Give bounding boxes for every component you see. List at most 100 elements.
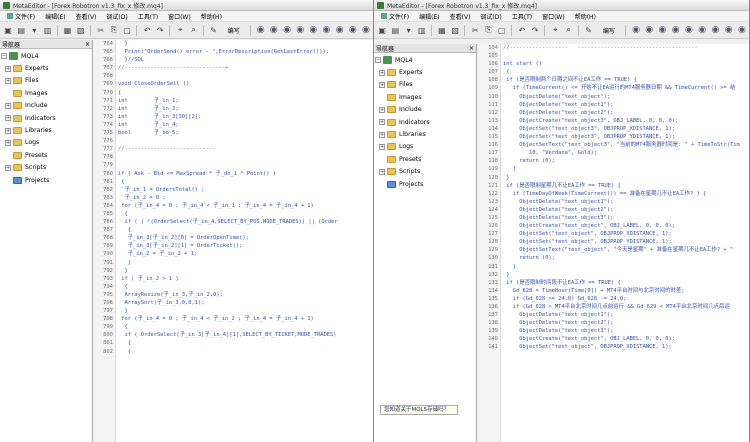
code-line[interactable] — [503, 52, 749, 60]
code-line[interactable]: return (0); — [503, 157, 749, 165]
tree-item-images[interactable]: Images — [374, 91, 476, 103]
profile-icon[interactable]: ◉ — [723, 24, 735, 36]
expand-icon[interactable]: + — [379, 119, 385, 126]
close-icon[interactable]: × — [85, 41, 90, 48]
code-line[interactable]: } — [503, 165, 749, 173]
code-line[interactable]: ObjectSet("text_object", OBJPROP_YDISTAN… — [503, 238, 749, 246]
code-line[interactable]: 10, "Verdana", Gold); — [503, 149, 749, 157]
tree-item-projects[interactable]: Projects — [374, 178, 476, 190]
code-line[interactable]: 子_in_3[子_in_2][1] = OrderTicket(); — [118, 242, 373, 250]
tree-item-include[interactable]: + Include — [0, 100, 92, 112]
navigator-icon[interactable]: ▦ — [436, 24, 448, 36]
code-line[interactable]: ObjectSet("text_object", OBJPROP_XDISTAN… — [503, 343, 749, 351]
tree-item-experts[interactable]: + Experts — [374, 66, 476, 78]
expand-icon[interactable]: + — [379, 81, 385, 88]
tree-item-files[interactable]: + Files — [0, 75, 92, 87]
step-out-icon[interactable]: ◉ — [709, 24, 721, 36]
find-icon[interactable]: ⌖ — [174, 24, 186, 36]
step-over-icon[interactable]: ◉ — [696, 24, 708, 36]
code-line[interactable]: ObjectDelete("text_object3"); — [503, 214, 749, 222]
save-icon[interactable]: ▥ — [416, 24, 428, 36]
undo-icon[interactable]: ↶ — [516, 24, 528, 36]
search-icon[interactable]: ⌕ — [187, 24, 199, 36]
dropdown-icon[interactable]: ▾ — [28, 24, 40, 36]
code-line[interactable]: } — [118, 259, 373, 267]
tree-item-indicators[interactable]: + Indicators — [374, 116, 476, 128]
menu-item[interactable]: 帮助(H) — [570, 12, 601, 21]
code-line[interactable]: ObjectDelete("text_object2"); — [503, 206, 749, 214]
tree-item-images[interactable]: Images — [0, 87, 92, 99]
code-line[interactable]: } — [503, 271, 749, 279]
code-line[interactable]: if ( Ask - Bid <= MaxSpread * 子_do_1 * P… — [118, 170, 373, 178]
copy-icon[interactable]: ⎘ — [482, 24, 494, 36]
undo-icon[interactable]: ↶ — [141, 24, 153, 36]
stop-icon[interactable]: ◉ — [294, 24, 306, 36]
tooltip-mql5-storage[interactable]: 您知道关于MQL5存储吗？ — [380, 405, 458, 415]
code-line[interactable]: { — [503, 68, 749, 76]
expand-icon[interactable]: + — [379, 131, 385, 138]
code-line[interactable]: ObjectSet("text_object3", OBJPROP_YDISTA… — [503, 133, 749, 141]
stop-icon[interactable]: ◉ — [670, 24, 682, 36]
bookmark-icon[interactable]: ◉ — [736, 24, 748, 36]
code-editor[interactable]: 104 105 106 107 108 109 110 111 112 113 114 115 116 1… — [478, 44, 749, 442]
tree-item-files[interactable]: + Files — [374, 79, 476, 91]
tree-item-mql4[interactable]: − MQL4 — [0, 50, 92, 62]
paste-icon[interactable]: ▢ — [121, 24, 133, 36]
code-editor[interactable]: 764 765 766 767 768 769 770 771 772 773 774 775 776 7… — [94, 40, 373, 442]
menu-item[interactable]: 查看(V) — [445, 12, 476, 21]
code-line[interactable]: ObjectDelete("text_object1"); — [503, 198, 749, 206]
code-line[interactable]: //-------------------------------+ — [118, 64, 373, 72]
toolbox-icon[interactable]: ▧ — [75, 24, 87, 36]
code-line[interactable]: Print("OrderSend() error - ",ErrorDescri… — [118, 48, 373, 56]
compile-icon[interactable]: ✎ — [582, 24, 594, 36]
code-line[interactable]: for (子_in_4 = 0 ; 子_in_4 < 子_in_2 ; 子_in… — [118, 315, 373, 323]
tree-item-scripts[interactable]: + Scripts — [0, 162, 92, 174]
code-line[interactable]: ObjectDelete("text_object2"); — [503, 319, 749, 327]
tree-item-include[interactable]: + Include — [374, 104, 476, 116]
code-line[interactable] — [118, 153, 373, 161]
code-line[interactable]: //---------------------------- — [118, 145, 373, 153]
code-line[interactable]: { — [118, 89, 373, 97]
menu-item[interactable]: 窗口(W) — [537, 12, 570, 21]
code-line[interactable]: ObjectDelete("text_object1"); — [503, 311, 749, 319]
tree-item-projects[interactable]: Projects — [0, 174, 92, 186]
expand-icon[interactable]: + — [5, 127, 11, 134]
start-debug-icon[interactable]: ◉ — [630, 24, 642, 36]
menu-item[interactable]: 调试(D) — [475, 12, 506, 21]
code-line[interactable]: ObjectDelete("text_object3"); — [503, 327, 749, 335]
code-line[interactable]: ObjectCreate("text_object", OBJ_LABEL, 0… — [503, 335, 749, 343]
compile-button[interactable]: 编写 — [221, 24, 247, 36]
expand-icon[interactable]: + — [5, 102, 11, 109]
menu-item[interactable]: 帮助(H) — [196, 12, 227, 21]
paste-icon[interactable]: ▢ — [496, 24, 508, 36]
save-icon[interactable]: ▥ — [41, 24, 53, 36]
code-line[interactable]: if ( 子_in_2 > 1 ) — [118, 275, 373, 283]
code-line[interactable]: int 子_in_1; — [118, 97, 373, 105]
code-line[interactable]: if (是否限制两个日期之间不让EA工作 == TRUE) { — [503, 76, 749, 84]
code-line[interactable]: { — [118, 348, 373, 356]
code-line[interactable]: int 子_in_3[30][2]; — [118, 113, 373, 121]
code-line[interactable]: ObjectCreate("text_object", OBJ_LABEL, 0… — [503, 222, 749, 230]
code-line[interactable]: int start () — [503, 60, 749, 68]
find-icon[interactable]: ⌖ — [549, 24, 561, 36]
code-line[interactable]: if (是否限制星期几不让EA工作 == TRUE) { — [503, 182, 749, 190]
tree-item-presets[interactable]: Presets — [374, 153, 476, 165]
code-line[interactable]: } — [503, 263, 749, 271]
expand-icon[interactable]: + — [379, 106, 385, 113]
compile-icon[interactable]: ✎ — [207, 24, 219, 36]
menu-item[interactable]: 窗口(W) — [163, 12, 196, 21]
expand-icon[interactable]: + — [379, 143, 385, 150]
close-icon[interactable]: × — [469, 45, 474, 52]
menu-item[interactable]: 工具(T) — [133, 12, 163, 21]
menu-item[interactable]: 文件(F) — [376, 12, 414, 21]
compile-button[interactable]: 编写 — [596, 24, 622, 36]
code-line[interactable]: for (子_in_4 = 0 ; 子_in_4 < 子_in_1 ; 子_in… — [118, 202, 373, 210]
code-area[interactable]: //------------------ -------------------… — [503, 44, 749, 442]
code-line[interactable]: }//SOL — [118, 56, 373, 64]
code-line[interactable]: } — [118, 307, 373, 315]
code-line[interactable]: 子_in_3[子_in_2][0] = OrderOpenTime(); — [118, 234, 373, 242]
code-line[interactable]: ObjectCreate("text_object3", OBJ_LABEL, … — [503, 117, 749, 125]
resume-icon[interactable]: ◉ — [643, 24, 655, 36]
expand-icon[interactable]: + — [5, 65, 11, 72]
menu-item[interactable]: 编辑(E) — [40, 12, 70, 21]
